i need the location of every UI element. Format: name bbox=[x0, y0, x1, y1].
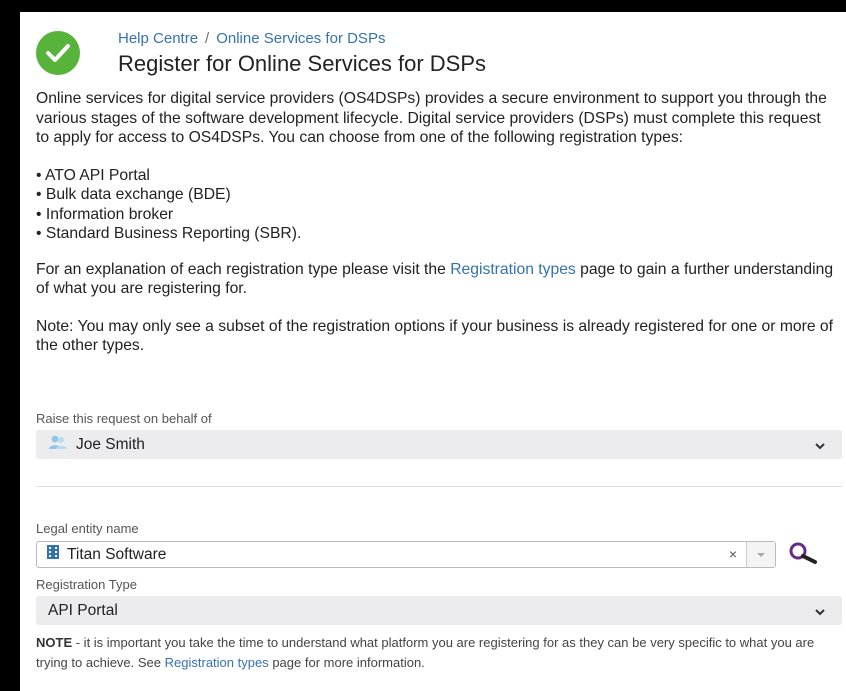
user-icon bbox=[48, 434, 70, 455]
chevron-down-icon bbox=[814, 438, 826, 456]
note-text-1: - it is important you take the time to u… bbox=[36, 635, 815, 670]
entity-value: Titan Software bbox=[67, 545, 167, 563]
intro-content: Online services for digital service prov… bbox=[36, 89, 836, 356]
entity-dropdown-button[interactable] bbox=[746, 542, 775, 567]
registration-types-list: ATO API Portal Bulk data exchange (BDE) … bbox=[36, 166, 836, 244]
chevron-down-icon bbox=[814, 604, 826, 622]
list-item: Standard Business Reporting (SBR). bbox=[36, 224, 836, 244]
page-title: Register for Online Services for DSPs bbox=[118, 51, 487, 76]
legal-entity-input[interactable]: Titan Software × bbox=[36, 541, 776, 568]
platform-note: NOTE - it is important you take the time… bbox=[36, 633, 836, 673]
intro-paragraph: Online services for digital service prov… bbox=[36, 90, 827, 146]
behalf-select[interactable]: Joe Smith bbox=[36, 430, 842, 459]
section-divider bbox=[36, 486, 842, 487]
breadcrumb-separator: / bbox=[205, 30, 210, 47]
behalf-value: Joe Smith bbox=[76, 435, 145, 453]
list-item: ATO API Portal bbox=[36, 166, 836, 186]
behalf-label: Raise this request on behalf of bbox=[36, 411, 212, 426]
check-circle-icon bbox=[36, 31, 80, 75]
explanation-prefix: For an explanation of each registration … bbox=[36, 260, 451, 278]
search-icon[interactable] bbox=[786, 540, 820, 570]
note-text-2: page for more information. bbox=[268, 655, 425, 670]
breadcrumb-online-services[interactable]: Online Services for DSPs bbox=[216, 30, 385, 47]
list-item: Information broker bbox=[36, 205, 836, 225]
registration-type-select[interactable]: API Portal bbox=[36, 596, 842, 625]
subset-note: Note: You may only see a subset of the r… bbox=[36, 317, 834, 355]
registration-types-link[interactable]: Registration types bbox=[450, 261, 576, 278]
registration-types-link-2[interactable]: Registration types bbox=[165, 655, 269, 670]
breadcrumb: Help Centre / Online Services for DSPs bbox=[118, 30, 385, 47]
breadcrumb-help-centre[interactable]: Help Centre bbox=[118, 30, 198, 47]
registration-type-value: API Portal bbox=[48, 601, 118, 619]
request-page: Help Centre / Online Services for DSPs Reg… bbox=[20, 12, 846, 691]
note-bold: NOTE bbox=[36, 635, 73, 650]
entity-label: Legal entity name bbox=[36, 521, 139, 536]
registration-type-label: Registration Type bbox=[36, 577, 137, 592]
list-item: Bulk data exchange (BDE) bbox=[36, 185, 836, 205]
clear-icon[interactable]: × bbox=[729, 546, 737, 562]
explanation-paragraph: For an explanation of each registration … bbox=[36, 260, 836, 299]
building-icon bbox=[47, 545, 67, 564]
